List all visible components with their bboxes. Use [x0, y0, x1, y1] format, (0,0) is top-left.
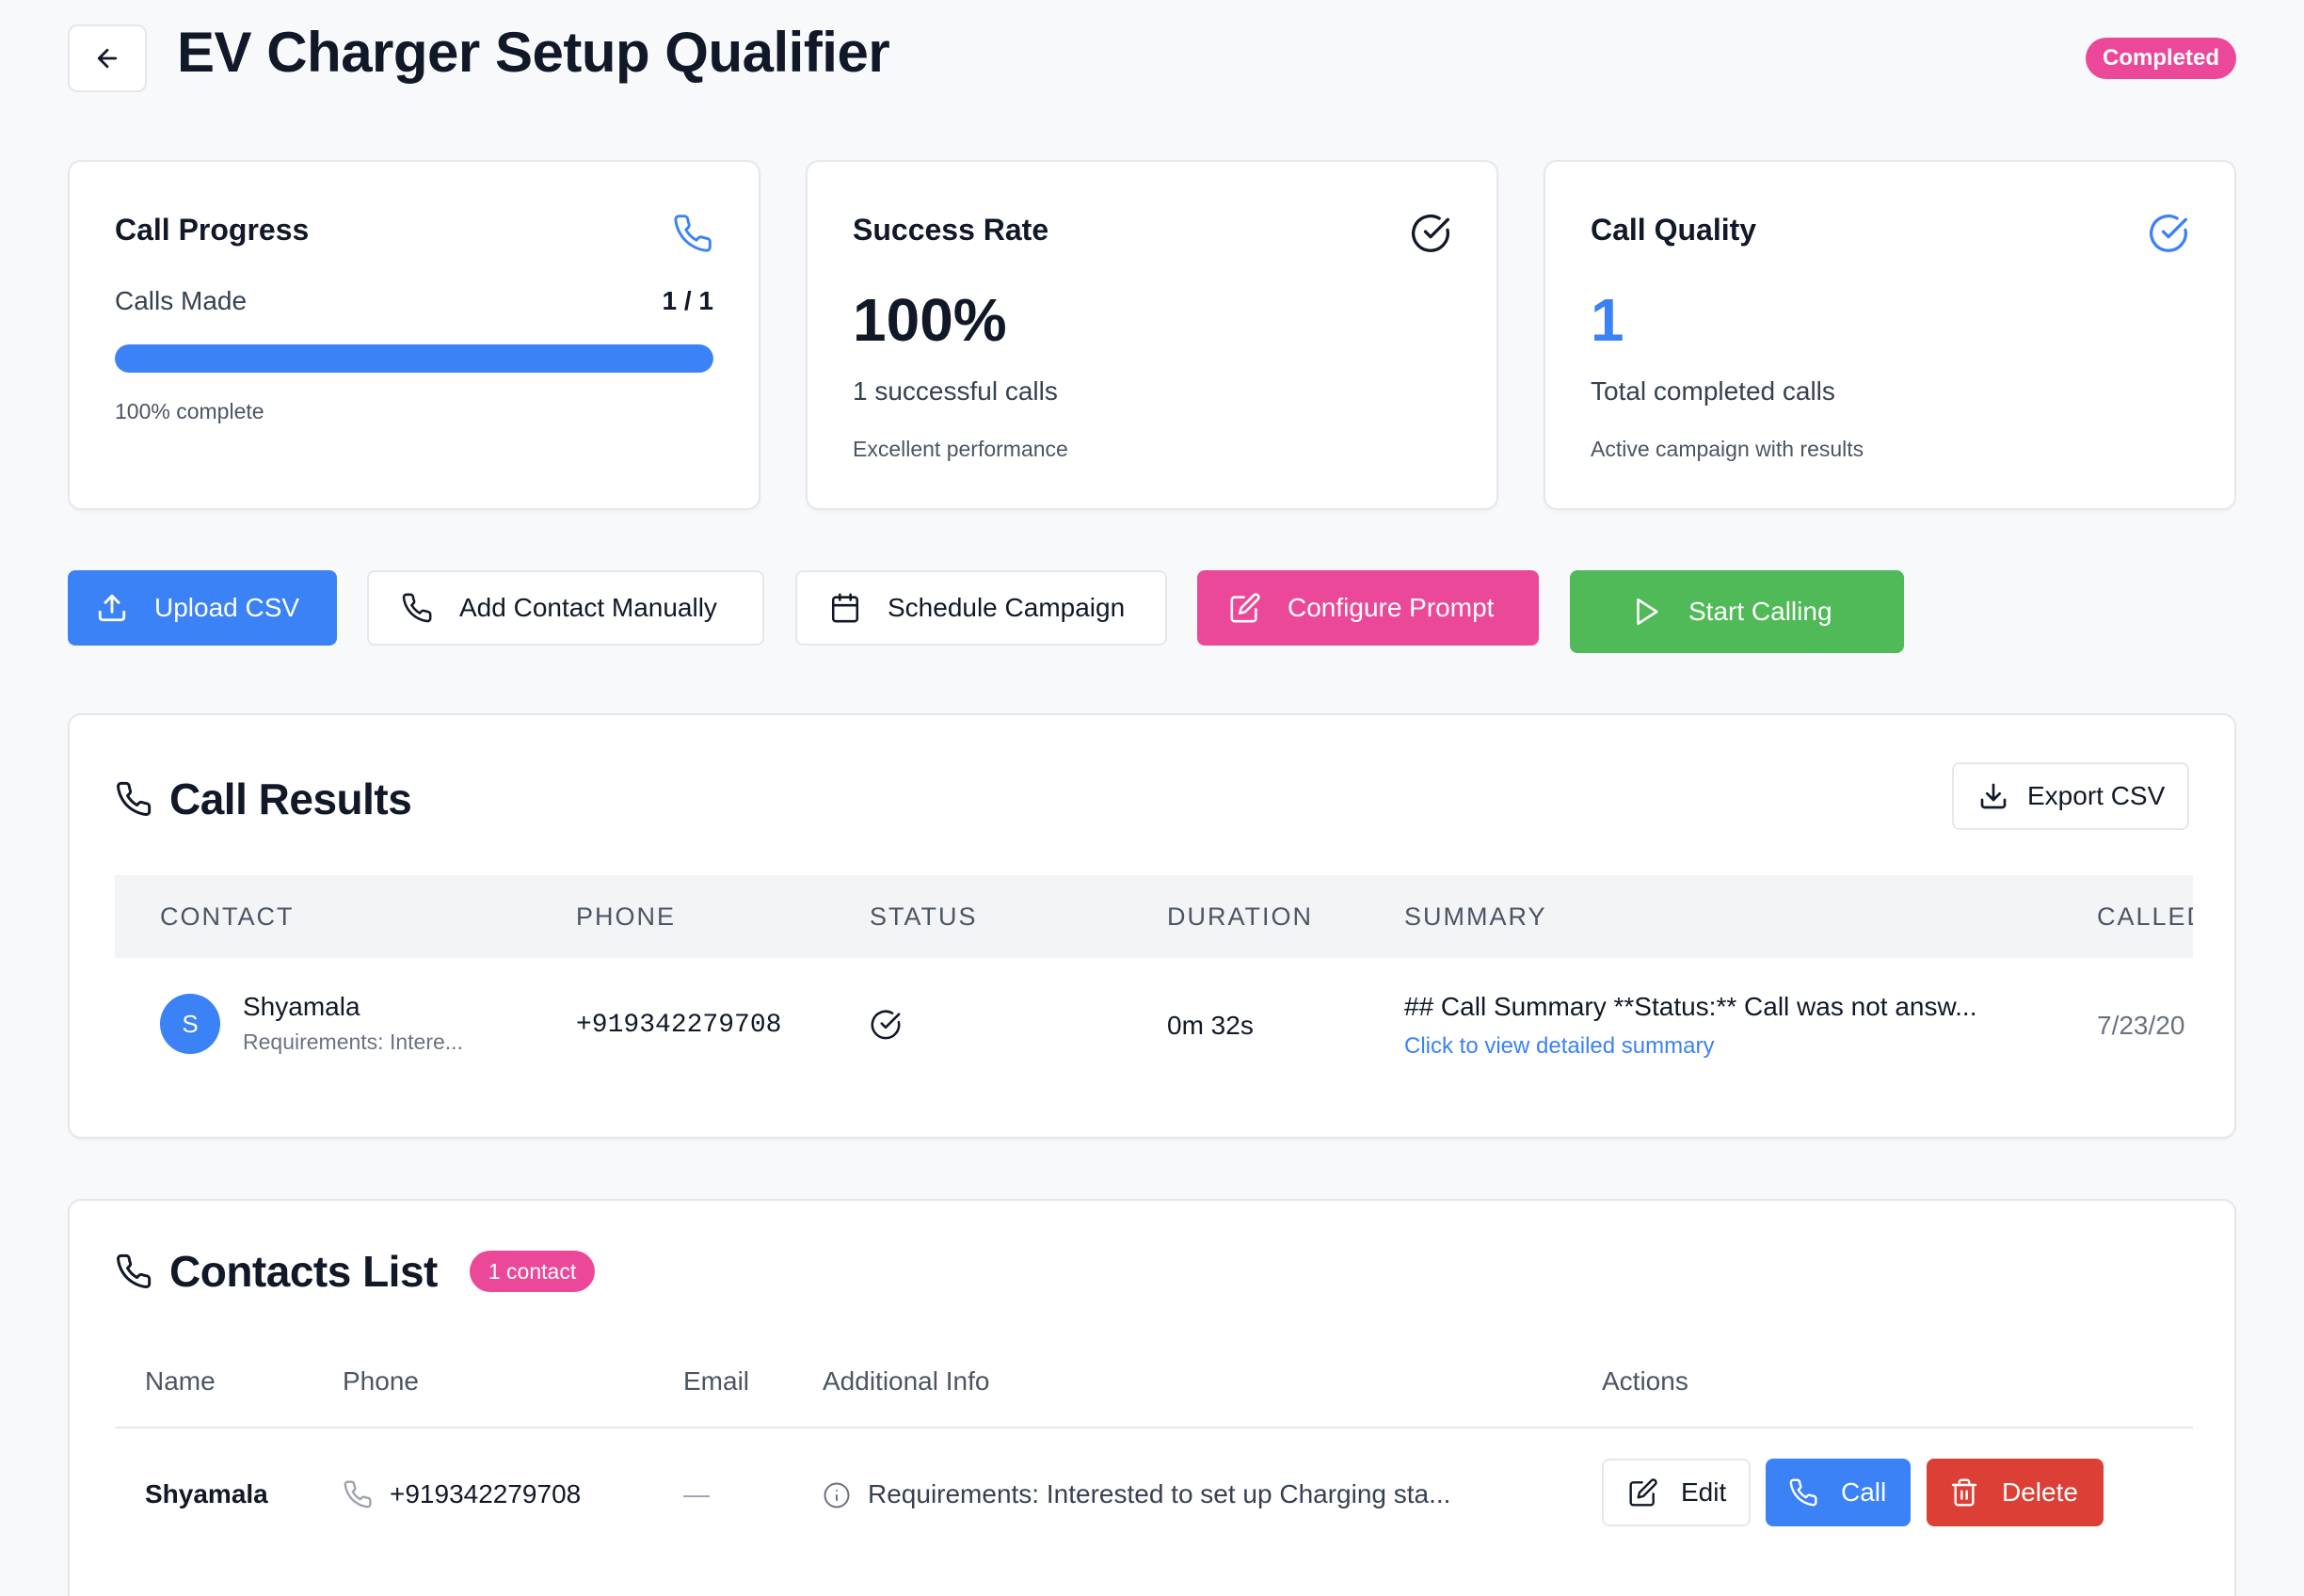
- column-header: Email: [683, 1366, 750, 1396]
- start-calling-button[interactable]: Start Calling: [1570, 570, 1904, 653]
- call-duration: 0m 32s: [1167, 1011, 1254, 1040]
- calendar-icon: [831, 593, 859, 623]
- contact-name: Shyamala: [145, 1479, 268, 1508]
- call-contact-button[interactable]: Call: [1766, 1459, 1911, 1526]
- info-icon: [824, 1482, 850, 1508]
- table-row[interactable]: S Shyamala Requirements: Intere... +9193…: [115, 958, 2193, 1109]
- calls-made-label: Calls Made: [115, 286, 248, 315]
- divider: [115, 1427, 2193, 1428]
- success-rate-value: 100%: [853, 286, 1007, 354]
- progress-fill: [115, 344, 713, 373]
- page-header: EV Charger Setup Qualifier Completed: [68, 23, 2236, 94]
- phone-icon: [402, 593, 432, 623]
- section-title: Contacts List: [169, 1247, 438, 1296]
- called-date: 7/23/20: [2097, 1011, 2185, 1040]
- delete-label: Delete: [2002, 1477, 2078, 1507]
- completed-calls-text: Total completed calls: [1591, 376, 1835, 406]
- play-icon: [1637, 598, 1658, 626]
- column-header[interactable]: STATUS: [870, 875, 978, 958]
- upload-csv-label: Upload CSV: [154, 593, 300, 622]
- call-results-panel: Call Results Export CSV CONTACT PHONE ST…: [68, 713, 2236, 1139]
- schedule-campaign-button[interactable]: Schedule Campaign: [795, 570, 1167, 646]
- add-contact-label: Add Contact Manually: [459, 593, 717, 622]
- success-rate-card: Success Rate 100% 1 successful calls Exc…: [806, 160, 1498, 510]
- export-csv-label: Export CSV: [2027, 781, 2166, 810]
- column-header[interactable]: DURATION: [1167, 875, 1313, 958]
- check-circle-icon: [1412, 214, 1449, 252]
- phone-icon: [344, 1480, 372, 1508]
- call-label: Call: [1841, 1477, 1887, 1507]
- column-header[interactable]: CALLED: [2097, 875, 2193, 958]
- contact-email: —: [683, 1479, 710, 1508]
- results-table-header: CONTACT PHONE STATUS DURATION SUMMARY CA…: [115, 875, 2193, 958]
- card-title: Success Rate: [853, 213, 1049, 247]
- performance-text: Excellent performance: [853, 437, 1068, 461]
- back-button[interactable]: [68, 24, 147, 92]
- section-title: Call Results: [169, 774, 412, 823]
- column-header[interactable]: CONTACT: [160, 875, 295, 958]
- calls-made-value: 1 / 1: [662, 286, 713, 315]
- phone-icon: [117, 1253, 152, 1289]
- contacts-list-header: Contacts List 1 contact: [115, 1246, 596, 1297]
- phone-icon: [117, 781, 152, 817]
- status-badge: Completed: [2085, 38, 2236, 79]
- edit-label: Edit: [1681, 1477, 1727, 1507]
- check-circle-icon: [871, 1010, 901, 1040]
- export-csv-button[interactable]: Export CSV: [1952, 762, 2189, 830]
- column-header: Name: [145, 1366, 216, 1396]
- column-header: Additional Info: [823, 1366, 990, 1396]
- contact-phone: +919342279708: [390, 1479, 582, 1508]
- edit-contact-button[interactable]: Edit: [1602, 1459, 1751, 1526]
- call-progress-card: Call Progress Calls Made 1 / 1 100% comp…: [68, 160, 760, 510]
- delete-contact-button[interactable]: Delete: [1927, 1459, 2104, 1526]
- contact-phone: +919342279708: [576, 1011, 782, 1040]
- page-title: EV Charger Setup Qualifier: [177, 21, 890, 84]
- contacts-list-panel: Contacts List 1 contact Name Phone Email…: [68, 1199, 2236, 1596]
- contact-count-badge: 1 contact: [469, 1251, 596, 1292]
- trash-icon: [1951, 1478, 1977, 1507]
- upload-csv-button[interactable]: Upload CSV: [68, 570, 337, 646]
- avatar: S: [160, 994, 220, 1054]
- check-circle-icon: [2150, 214, 2187, 252]
- edit-icon: [1230, 593, 1260, 623]
- view-summary-link[interactable]: Click to view detailed summary: [1404, 1033, 1714, 1060]
- call-results-header: Call Results: [115, 774, 412, 824]
- schedule-campaign-label: Schedule Campaign: [888, 593, 1126, 622]
- column-header[interactable]: SUMMARY: [1404, 875, 1547, 958]
- edit-icon: [1629, 1478, 1657, 1507]
- contact-requirements: Requirements: Intere...: [243, 1029, 463, 1054]
- add-contact-button[interactable]: Add Contact Manually: [367, 570, 764, 646]
- column-header[interactable]: PHONE: [576, 875, 676, 958]
- progress-bar: [115, 344, 713, 373]
- phone-icon: [674, 215, 712, 252]
- download-icon: [1980, 783, 2007, 809]
- column-header: Phone: [343, 1366, 419, 1396]
- progress-note: 100% complete: [115, 399, 264, 423]
- call-summary: ## Call Summary **Status:** Call was not…: [1404, 992, 1977, 1021]
- card-title: Call Quality: [1591, 213, 1757, 247]
- column-header: Actions: [1602, 1366, 1688, 1396]
- contact-additional-info: Requirements: Interested to set up Charg…: [868, 1479, 1451, 1508]
- contact-name: Shyamala: [243, 992, 360, 1021]
- arrow-left-icon: [97, 48, 118, 69]
- call-quality-card: Call Quality 1 Total completed calls Act…: [1544, 160, 2236, 510]
- upload-icon: [98, 594, 126, 622]
- call-quality-value: 1: [1591, 286, 1624, 354]
- configure-prompt-label: Configure Prompt: [1288, 593, 1495, 622]
- start-calling-label: Start Calling: [1688, 597, 1832, 626]
- successful-calls-text: 1 successful calls: [853, 376, 1058, 406]
- phone-icon: [1789, 1478, 1817, 1507]
- card-title: Call Progress: [115, 213, 310, 247]
- configure-prompt-button[interactable]: Configure Prompt: [1197, 570, 1539, 646]
- campaign-status-text: Active campaign with results: [1591, 437, 1864, 461]
